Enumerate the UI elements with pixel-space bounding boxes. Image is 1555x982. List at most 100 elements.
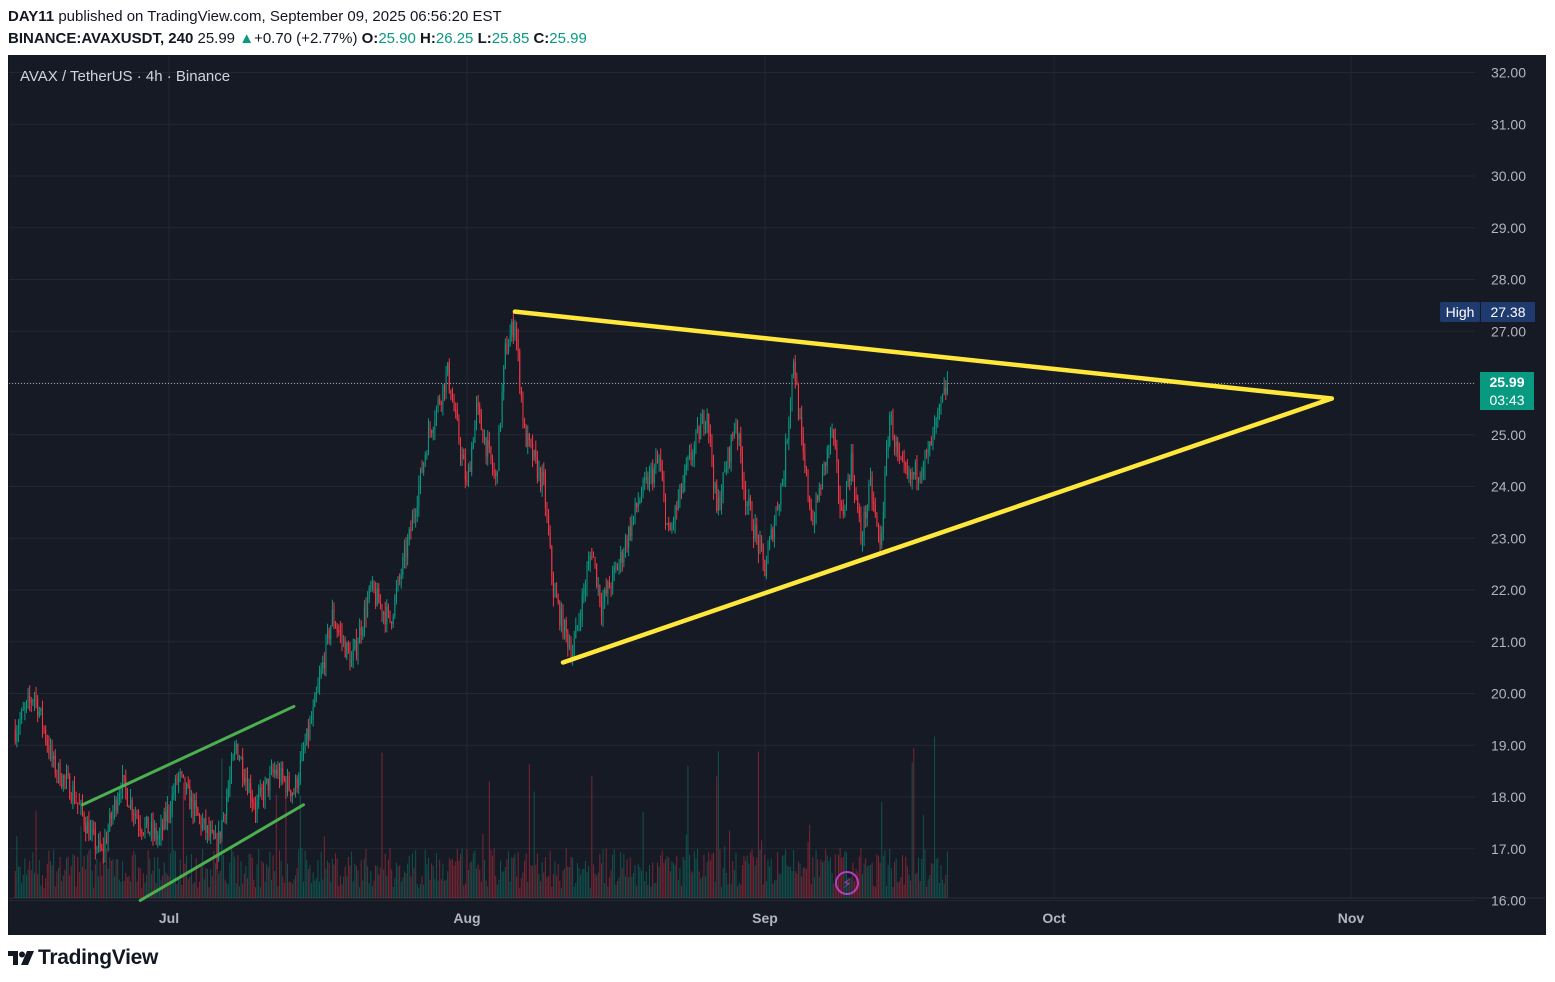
volume-bar (676, 855, 678, 898)
volume-bar (370, 871, 372, 898)
candle-body (392, 616, 394, 624)
volume-bar (762, 884, 764, 898)
low-value: 25.85 (491, 30, 530, 47)
candle-body (88, 821, 90, 840)
candle-body (141, 830, 143, 833)
volume-bar (551, 886, 553, 898)
volume-bar (818, 876, 820, 898)
candle-body (419, 468, 421, 486)
candle-body (59, 763, 61, 785)
volume-bar (745, 860, 747, 898)
candle-body (857, 496, 859, 511)
candle-body (503, 365, 505, 392)
volume-bar (224, 879, 226, 898)
volume-bar (740, 884, 742, 898)
candle-body (106, 838, 108, 843)
volume-bar (730, 884, 732, 898)
candle-body (480, 413, 482, 430)
candle-body (371, 581, 373, 586)
candle-body (434, 421, 436, 430)
candle-body (229, 777, 231, 789)
candle-body (152, 822, 154, 835)
candle-body (764, 559, 766, 576)
candle-body (133, 814, 135, 816)
volume-bar (572, 857, 574, 898)
volume-bar (722, 868, 724, 898)
candle-body (336, 627, 338, 631)
chart-panel[interactable]: 16.00 17.00 18.00 19.00 20.00 21.00 22.00 23.00… (8, 55, 1546, 935)
candle-body (557, 598, 559, 603)
price-chart[interactable]: 16.00 17.00 18.00 19.00 20.00 21.00 22.00 23.00… (9, 56, 1545, 934)
volume-bar (83, 855, 85, 898)
candle-body (874, 504, 876, 515)
volume-bar (378, 874, 380, 898)
candle-body (673, 523, 675, 525)
volume-bar (200, 863, 202, 898)
candle-body (825, 462, 827, 466)
candle-body (632, 516, 634, 521)
volume-bar (336, 858, 338, 898)
volume-bar (389, 848, 391, 898)
volume-bar (919, 880, 921, 898)
volume-bar (517, 852, 519, 898)
candle-body (855, 496, 857, 498)
volume-bar (645, 871, 647, 898)
trend-drawings[interactable] (81, 309, 1335, 902)
time-tick-label: Jul (159, 910, 179, 926)
candle-body (793, 361, 795, 375)
high-marker: High 27.38 (1440, 302, 1535, 322)
price-axis[interactable]: 16.00 17.00 18.00 19.00 20.00 21.00 22.00 23.00… (1491, 65, 1526, 909)
candle-body (549, 533, 551, 547)
candle-body (402, 557, 404, 575)
last-price-badge: 25.99 03:43 (1480, 372, 1534, 410)
volume-bar (461, 848, 463, 898)
candle-body (910, 471, 912, 479)
candle-body (254, 806, 256, 814)
volume-bar (560, 887, 562, 898)
candle-body (197, 807, 199, 816)
volume-bar (118, 879, 120, 898)
candle-body (317, 685, 319, 693)
candle-body (403, 547, 405, 558)
candle-body (732, 435, 734, 437)
volume-bar (580, 874, 582, 898)
candle-body (605, 589, 607, 594)
candle-body (35, 695, 37, 699)
candle-body (788, 420, 790, 441)
candle-body (408, 529, 410, 541)
volume-bar (21, 883, 23, 898)
candle-body (834, 437, 836, 448)
candle-body (327, 630, 329, 638)
candle-body (729, 448, 731, 462)
volume-bar (487, 886, 489, 898)
volume-bar (104, 864, 106, 898)
volume-bar (833, 883, 835, 898)
candle-body (354, 639, 356, 649)
candle-body (205, 818, 207, 833)
volume-bar (503, 871, 505, 898)
volume-bar (29, 860, 31, 898)
tradingview-brand[interactable]: TradingView (8, 946, 158, 970)
volume-bar (402, 877, 404, 898)
candle-body (584, 587, 586, 591)
candle-body (721, 494, 723, 508)
volume-bar (474, 850, 476, 898)
candle-body (701, 414, 703, 424)
triangle-trendline[interactable] (560, 396, 1335, 665)
price-tick-label: 16.00 (1491, 893, 1526, 909)
candle-body (543, 472, 545, 477)
triangle-trendline[interactable] (512, 309, 1335, 401)
grid-lines (9, 56, 1545, 901)
candle-body (147, 816, 149, 834)
time-axis[interactable]: Jul Aug Sep Oct Nov (159, 910, 1365, 926)
volume-bar (703, 854, 705, 898)
candle-body (810, 506, 812, 520)
publisher-name[interactable]: DAY11 (8, 8, 54, 25)
volume-bar (570, 856, 572, 898)
volume-bar (443, 880, 445, 898)
volume-bars (14, 736, 948, 898)
candle-body (221, 821, 223, 839)
candle-body (647, 477, 649, 488)
candle-body (669, 529, 671, 531)
volume-bar (206, 868, 208, 898)
